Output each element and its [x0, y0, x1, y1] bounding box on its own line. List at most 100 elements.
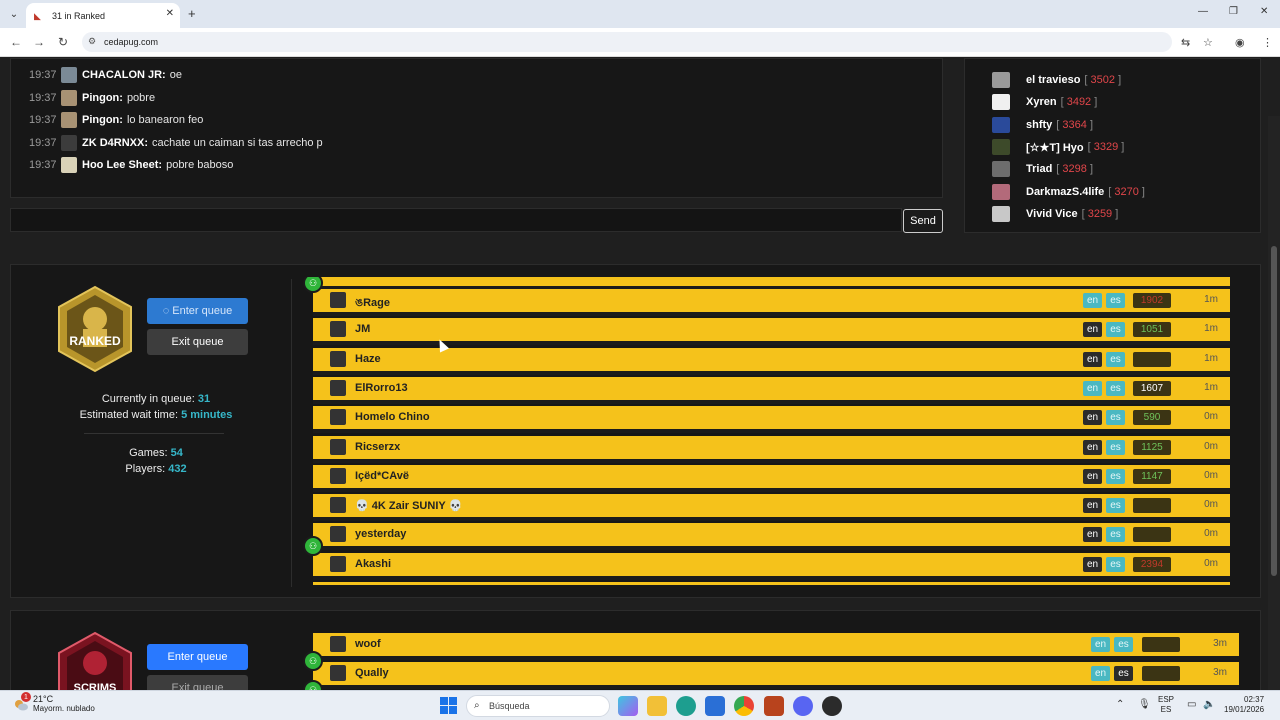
- leaderboard-rating: 3270: [1114, 186, 1139, 198]
- queue-player-row[interactable]: JM en es 1051 1m: [313, 318, 1230, 346]
- edge-icon[interactable]: [676, 696, 696, 716]
- close-window-button[interactable]: ✕: [1260, 6, 1268, 17]
- player-name[interactable]: Içëd*CAvë: [355, 470, 409, 482]
- enter-queue-button[interactable]: ◌ Enter queue: [147, 298, 248, 324]
- scrims-enter-queue-button[interactable]: Enter queue: [147, 644, 248, 670]
- party-group-icon[interactable]: ⚇: [303, 536, 323, 556]
- leaderboard-item[interactable]: DarkmazS.4life [ 3270 ]: [992, 183, 1145, 201]
- lang-es-badge: es: [1106, 439, 1125, 455]
- tab-list-button[interactable]: ⌄: [6, 6, 22, 22]
- close-tab-icon[interactable]: ✕: [166, 8, 174, 19]
- player-name[interactable]: JM: [355, 323, 370, 335]
- chat-avatar[interactable]: [61, 112, 77, 128]
- tray-chevron-up-icon[interactable]: ⌃: [1116, 699, 1124, 710]
- windows-start-icon[interactable]: [440, 697, 457, 714]
- chat-avatar[interactable]: [61, 90, 77, 106]
- chat-input[interactable]: [10, 208, 902, 232]
- player-name[interactable]: yesterday: [355, 528, 406, 540]
- page-scrollbar[interactable]: [1268, 116, 1280, 690]
- player-name[interactable]: Haze: [355, 353, 381, 365]
- scrollbar-thumb[interactable]: [1271, 246, 1277, 576]
- leaderboard-item[interactable]: el travieso [ 3502 ]: [992, 71, 1121, 89]
- queue-player-row[interactable]: yesterday en es 0m: [313, 523, 1230, 551]
- system-clock[interactable]: 02:37 19/01/2026: [1224, 695, 1264, 715]
- chat-username[interactable]: Pingon:: [82, 114, 123, 126]
- exit-queue-button[interactable]: Exit queue: [147, 329, 248, 355]
- player-rating: 2394: [1133, 556, 1171, 572]
- chat-username[interactable]: CHACALON JR:: [82, 69, 166, 81]
- taskbar-search[interactable]: ⌕ Búsqueda: [466, 695, 610, 717]
- player-name[interactable]: Qually: [355, 667, 389, 679]
- language-indicator[interactable]: ESP ES: [1158, 695, 1174, 715]
- leaderboard-item[interactable]: Xyren [ 3492 ]: [992, 93, 1097, 111]
- weather-widget[interactable]: 21°C Mayorm. nublado: [33, 694, 95, 714]
- chat-avatar[interactable]: [61, 67, 77, 83]
- queue-player-row[interactable]: [313, 277, 1230, 290]
- bracket-close: ]: [1115, 74, 1122, 86]
- player-name[interactable]: ElRorro13: [355, 382, 408, 394]
- player-name[interactable]: Ricserzx: [355, 441, 400, 453]
- notification-badge: 1: [21, 692, 31, 702]
- microphone-icon[interactable]: 🎙: [1138, 699, 1151, 710]
- bookmark-star-icon[interactable]: ☆: [1203, 36, 1213, 49]
- network-icon[interactable]: ▭: [1187, 699, 1196, 710]
- party-group-icon[interactable]: ⚇: [303, 651, 323, 671]
- minimize-button[interactable]: —: [1198, 6, 1208, 17]
- site-info-icon[interactable]: ⚙: [88, 36, 96, 47]
- browser-tab[interactable]: ◣ 31 in Ranked ✕: [26, 3, 180, 28]
- chat-username[interactable]: ZK D4RNXX:: [82, 137, 148, 149]
- forward-icon[interactable]: →: [33, 35, 45, 49]
- player-avatar: [330, 555, 346, 572]
- back-icon[interactable]: ←: [10, 35, 22, 49]
- chat-username[interactable]: Hoo Lee Sheet:: [82, 159, 162, 171]
- leaderboard-item[interactable]: shfty [ 3364 ]: [992, 116, 1093, 134]
- file-explorer-icon[interactable]: [647, 696, 667, 716]
- queue-player-row[interactable]: Haze en es 1m: [313, 347, 1230, 375]
- send-button[interactable]: Send: [903, 209, 943, 233]
- url-field[interactable]: ⚙ cedapug.com: [82, 32, 1172, 52]
- volume-icon[interactable]: 🔈: [1203, 699, 1215, 710]
- chat-username[interactable]: Pingon:: [82, 92, 123, 104]
- queue-player-row[interactable]: Ricserzx en es 1125 0m: [313, 435, 1230, 463]
- player-name[interactable]: ঙRage: [355, 294, 390, 313]
- queue-player-row[interactable]: 💀 4K Zair SUNIY 💀 en es 0m: [313, 494, 1230, 522]
- queue-player-row[interactable]: ঙRage en es 1902 1m: [313, 289, 1230, 316]
- leaderboard-item[interactable]: [☆★T] Hyo [ 3329 ]: [992, 138, 1124, 156]
- queue-player-row[interactable]: Qually en es 3m: [313, 662, 1239, 690]
- scrims-queue-list: woof en es 3m Qually en es 3m ⚇ ⚇: [301, 623, 1261, 690]
- scrims-exit-queue-button[interactable]: Exit queue: [147, 675, 248, 690]
- game-app-icon[interactable]: [764, 696, 784, 716]
- leaderboard-item[interactable]: Triad [ 3298 ]: [992, 160, 1093, 178]
- discord-icon[interactable]: [793, 696, 813, 716]
- menu-kebab-icon[interactable]: ⋮: [1262, 36, 1273, 49]
- new-tab-button[interactable]: +: [188, 6, 196, 21]
- copilot-icon[interactable]: [618, 696, 638, 716]
- leaderboard-avatar: [992, 206, 1010, 222]
- player-rating: 1607: [1133, 380, 1171, 396]
- queue-player-row[interactable]: Içëd*CAvë en es 1147 0m: [313, 464, 1230, 492]
- player-name[interactable]: 💀 4K Zair SUNIY 💀: [355, 499, 462, 512]
- player-name[interactable]: woof: [355, 638, 381, 650]
- queue-player-row[interactable]: Akashi en es 2394 0m: [313, 552, 1230, 580]
- queue-player-row[interactable]: Homelo Chino en es 590 0m: [313, 406, 1230, 434]
- queue-player-row[interactable]: ElRorro13 en es 1607 1m: [313, 376, 1230, 404]
- player-name[interactable]: Homelo Chino: [355, 411, 430, 423]
- reload-icon[interactable]: ↻: [58, 35, 68, 49]
- ranked-queue-panel: RANKED ◌ Enter queue Exit queue Currently…: [10, 264, 1261, 598]
- store-icon[interactable]: [705, 696, 725, 716]
- leaderboard-item[interactable]: Vivid Vice [ 3259 ]: [992, 205, 1118, 223]
- queue-player-row[interactable]: [313, 582, 1230, 585]
- player-name[interactable]: Akashi: [355, 558, 391, 570]
- chat-avatar[interactable]: [61, 157, 77, 173]
- clock-time: 02:37: [1244, 695, 1265, 704]
- restore-button[interactable]: ❐: [1229, 6, 1238, 17]
- chrome-icon[interactable]: [734, 696, 754, 716]
- queue-player-row[interactable]: woof en es 3m: [313, 633, 1239, 660]
- profile-icon[interactable]: ◉: [1235, 36, 1245, 49]
- leaderboard-name: Vivid Vice: [1026, 208, 1078, 220]
- translate-icon[interactable]: ⇆: [1181, 36, 1190, 49]
- keyboard-layout: ES: [1160, 705, 1172, 714]
- chat-avatar[interactable]: [61, 135, 77, 151]
- games-line: Games: 54: [11, 447, 301, 459]
- obs-icon[interactable]: [822, 696, 842, 716]
